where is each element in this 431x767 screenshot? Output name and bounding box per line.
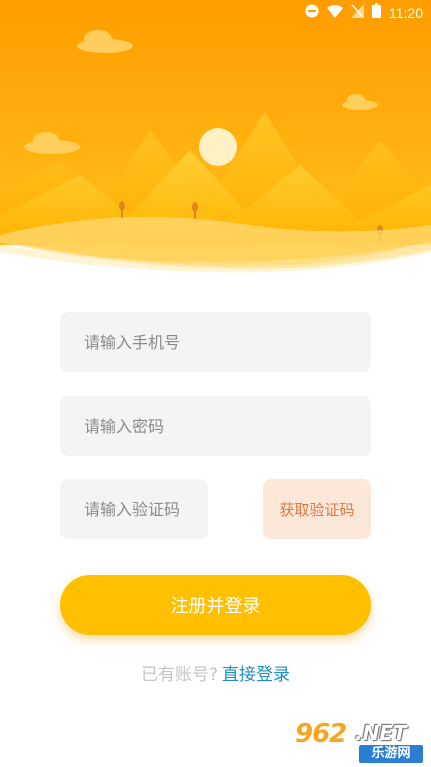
status-bar: 11:20 [0, 0, 431, 24]
wifi-icon [327, 3, 343, 22]
mountain-sunset-scene [0, 0, 431, 275]
login-prompt: 已有账号? 直接登录 [0, 660, 431, 685]
no-signal-icon [351, 3, 364, 22]
watermark-logo: 962 .NET 乐游网 [293, 717, 427, 765]
watermark-domain: .NET [355, 721, 407, 745]
watermark-number: 962 [295, 719, 347, 749]
status-time: 11:20 [389, 4, 423, 21]
password-input[interactable] [60, 396, 371, 456]
get-code-button[interactable]: 获取验证码 [263, 479, 371, 539]
do-not-disturb-icon [305, 3, 319, 22]
direct-login-link[interactable]: 直接登录 [222, 665, 290, 685]
verification-code-input[interactable] [60, 479, 208, 539]
watermark-site-name: 乐游网 [359, 745, 423, 763]
phone-input[interactable] [60, 312, 371, 372]
battery-icon [372, 3, 381, 22]
sun-icon [199, 128, 237, 166]
has-account-label: 已有账号? [140, 665, 219, 685]
header-illustration [0, 0, 431, 275]
register-and-login-button[interactable]: 注册并登录 [60, 575, 371, 635]
